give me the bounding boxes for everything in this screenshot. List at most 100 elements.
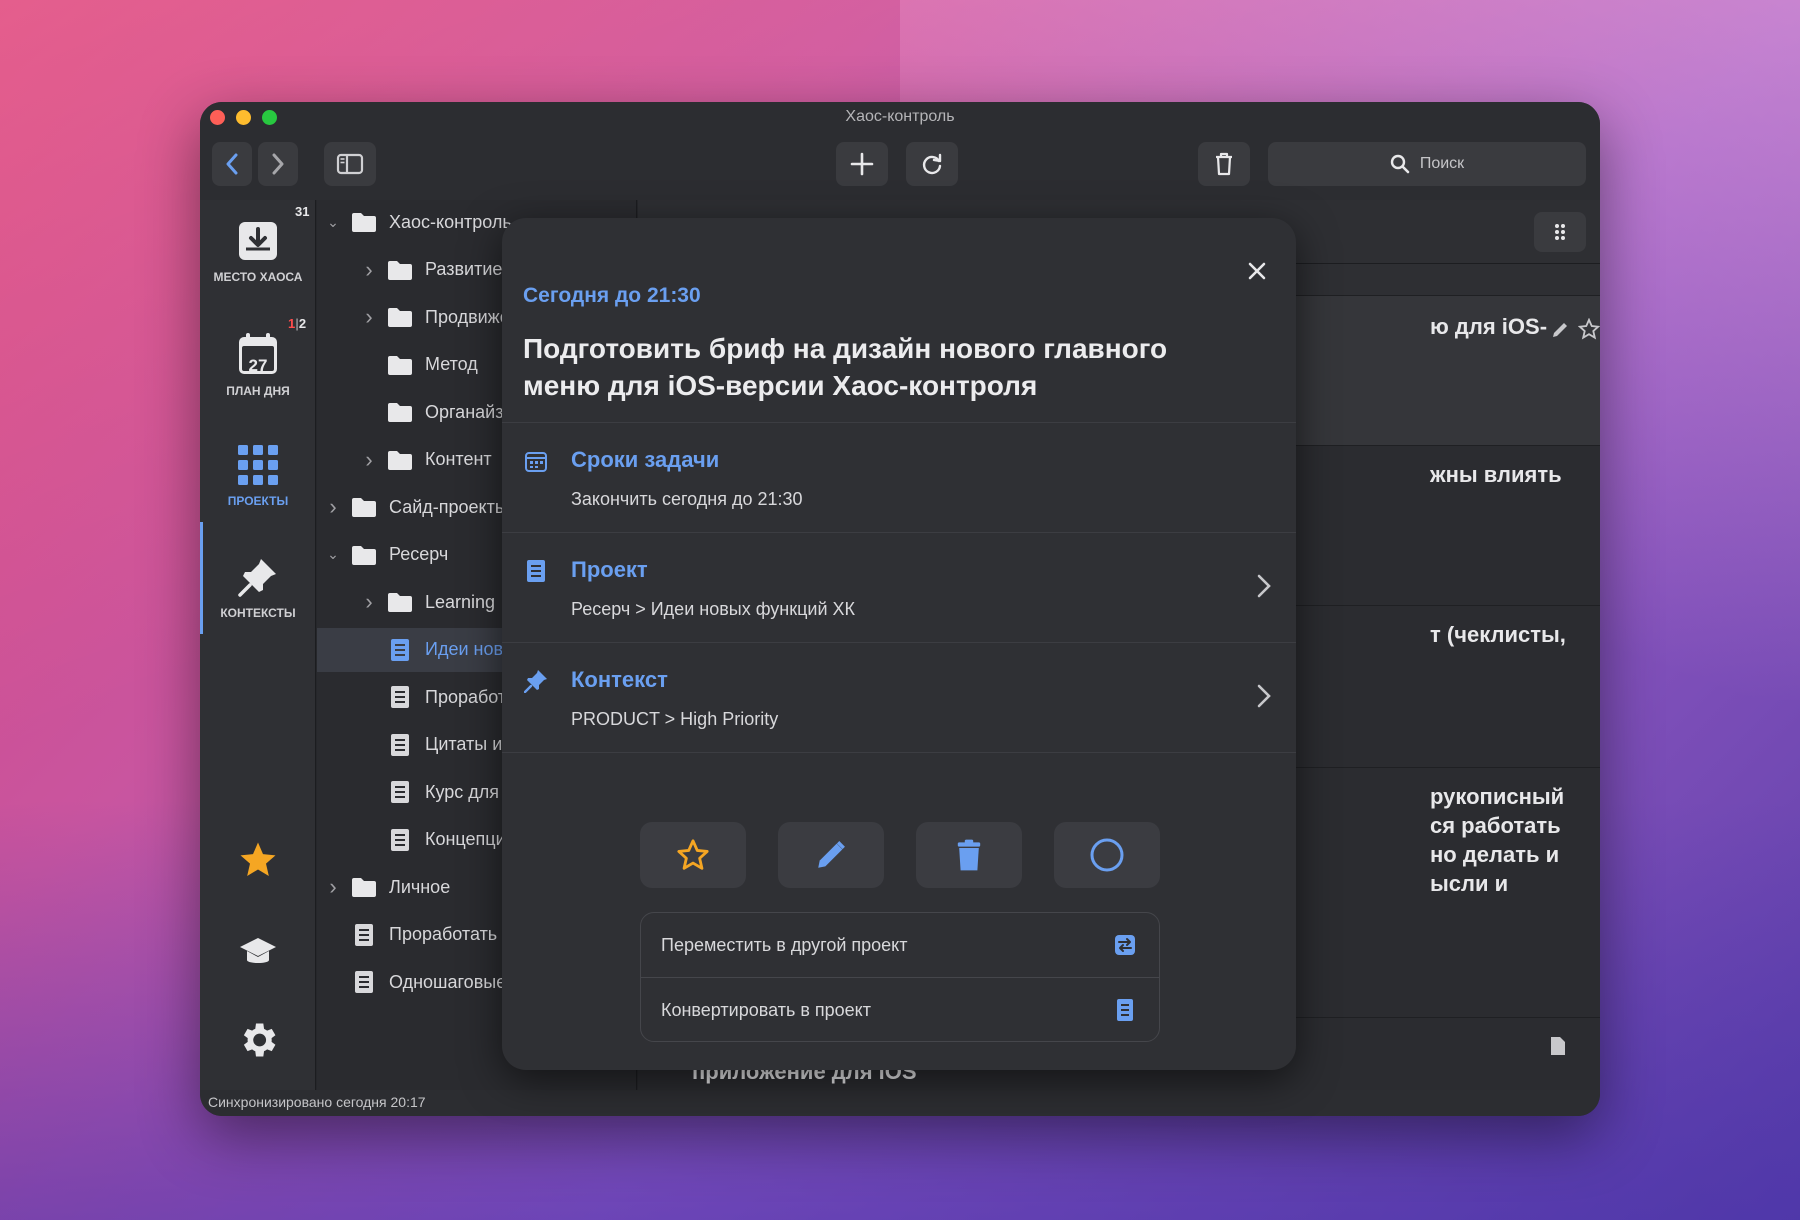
circle-icon <box>1090 838 1124 872</box>
chevron-right-icon[interactable]: › <box>361 589 377 615</box>
tree-item-label: Одношаговые <box>389 971 507 992</box>
back-button[interactable] <box>212 142 252 186</box>
nav-chaos-place[interactable]: МЕСТО ХАОСА <box>200 220 316 284</box>
context-row[interactable]: Контекст PRODUCT > High Priority <box>502 642 1296 752</box>
chevron-right-icon[interactable]: › <box>361 447 377 473</box>
edit-button[interactable] <box>778 822 884 888</box>
folder-icon <box>385 354 415 376</box>
task-due-date: Сегодня до 21:30 <box>523 284 701 307</box>
star-icon <box>240 842 276 876</box>
tree-item-label: Личное <box>389 876 451 897</box>
toggle-sidebar-button[interactable] <box>324 142 376 186</box>
project-icon <box>385 685 415 709</box>
project-row[interactable]: Проект Ресерч > Идеи новых функций ХК <box>502 532 1296 642</box>
project-icon <box>385 780 415 804</box>
move-to-project-item[interactable]: Переместить в другой проект <box>641 913 1159 978</box>
project-value: Ресерч > Идеи новых функций ХК <box>571 599 856 619</box>
chevron-left-icon <box>226 153 238 175</box>
move-to-project-label: Переместить в другой проект <box>661 934 908 955</box>
convert-to-project-label: Конвертировать в проект <box>661 1000 872 1020</box>
favorites-button[interactable] <box>238 840 278 885</box>
folder-icon <box>385 259 415 281</box>
close-icon <box>1248 262 1266 280</box>
chevron-right-icon[interactable]: › <box>361 304 377 330</box>
note-icon[interactable] <box>1550 1036 1566 1056</box>
folder-icon <box>349 211 379 233</box>
inbox-icon <box>239 222 277 260</box>
divider <box>502 752 1296 753</box>
nav-contexts[interactable]: КОНТЕКСТЫ <box>200 556 316 620</box>
forward-button[interactable] <box>258 142 298 186</box>
settings-button[interactable] <box>236 1018 280 1067</box>
chevron-right-icon[interactable]: › <box>361 257 377 283</box>
add-button[interactable] <box>836 142 888 186</box>
view-options-button[interactable] <box>1534 212 1586 252</box>
pin-icon <box>524 670 547 693</box>
task-text: рукописный ся работать но делать и ысли … <box>1430 784 1565 896</box>
tree-item-label: Хаос-контроль <box>389 211 512 232</box>
pencil-icon <box>818 841 845 868</box>
project-icon <box>349 923 379 947</box>
favorite-button[interactable] <box>640 822 746 888</box>
nav-day-plan-label: ПЛАН ДНЯ <box>226 384 290 398</box>
nav-contexts-label: КОНТЕКСТЫ <box>220 606 296 620</box>
chevron-right-icon[interactable]: › <box>325 874 341 900</box>
tree-item-label: Ресерч <box>389 544 449 564</box>
folder-icon <box>385 449 415 471</box>
status-bar: Синхронизировано сегодня 20:17 <box>200 1090 1600 1116</box>
delete-button[interactable] <box>916 822 1022 888</box>
project-icon <box>385 638 415 662</box>
project-icon <box>385 828 415 852</box>
search-icon <box>1390 154 1410 174</box>
refresh-icon <box>922 153 942 175</box>
day-plan-count: 2 <box>298 316 307 331</box>
graduation-cap-icon <box>240 938 276 963</box>
calendar-icon <box>525 452 547 472</box>
nav-chaos-place-label: МЕСТО ХАОСА <box>213 270 303 284</box>
deadline-value: Закончить сегодня до 21:30 <box>571 489 803 509</box>
convert-to-project-item[interactable]: Конвертировать в проект <box>641 978 1159 1041</box>
task-text: жны влиять <box>1430 462 1562 487</box>
search-field[interactable]: Поиск <box>1268 142 1586 186</box>
chevron-right-icon[interactable]: › <box>325 494 341 520</box>
project-icon <box>349 970 379 994</box>
day-plan-badge: 1|2 <box>288 316 306 331</box>
gear-icon <box>243 1023 276 1057</box>
chevron-right-icon <box>1257 574 1271 598</box>
learning-button[interactable] <box>238 934 278 975</box>
calendar-day-number: 27 <box>248 356 268 375</box>
task-text: т (чеклисты, <box>1430 622 1566 647</box>
trash-icon <box>1216 152 1232 176</box>
titlebar: Хаос-контроль Поиск <box>200 102 1600 200</box>
nav-projects[interactable]: ПРОЕКТЫ <box>200 444 316 508</box>
trash-button[interactable] <box>1198 142 1250 186</box>
sync-button[interactable] <box>906 142 958 186</box>
tree-item-label: Learning <box>425 591 496 612</box>
nav-day-plan[interactable]: 27 ПЛАН ДНЯ <box>200 332 316 398</box>
tree-item-label: Метод <box>425 354 478 374</box>
deadline-label: Сроки задачи <box>571 447 720 472</box>
tree-item-label: Курс для <box>425 781 500 802</box>
plus-icon <box>850 152 874 176</box>
chevron-right-icon <box>1257 684 1271 708</box>
close-button[interactable] <box>1242 256 1272 286</box>
task-title: Подготовить бриф на дизайн нового главно… <box>523 333 1168 401</box>
nav-projects-label: ПРОЕКТЫ <box>227 494 289 508</box>
project-label: Проект <box>571 557 648 582</box>
pencil-icon[interactable] <box>1550 320 1570 340</box>
complete-button[interactable] <box>1054 822 1160 888</box>
folder-icon <box>385 401 415 423</box>
folder-icon <box>349 876 379 898</box>
document-icon <box>527 560 545 582</box>
project-icon <box>385 733 415 757</box>
tree-item-label: Развитие <box>425 259 503 279</box>
chevron-down-icon[interactable]: ⌄ <box>325 214 341 231</box>
folder-icon <box>349 544 379 566</box>
chevron-down-icon[interactable]: ⌄ <box>325 546 341 563</box>
move-icon <box>1115 935 1135 955</box>
deadline-row[interactable]: Сроки задачи Закончить сегодня до 21:30 <box>502 422 1296 532</box>
star-icon <box>677 839 709 870</box>
sidebar-icon <box>336 153 364 175</box>
star-outline-icon[interactable] <box>1578 318 1600 340</box>
window-title: Хаос-контроль <box>845 108 955 125</box>
